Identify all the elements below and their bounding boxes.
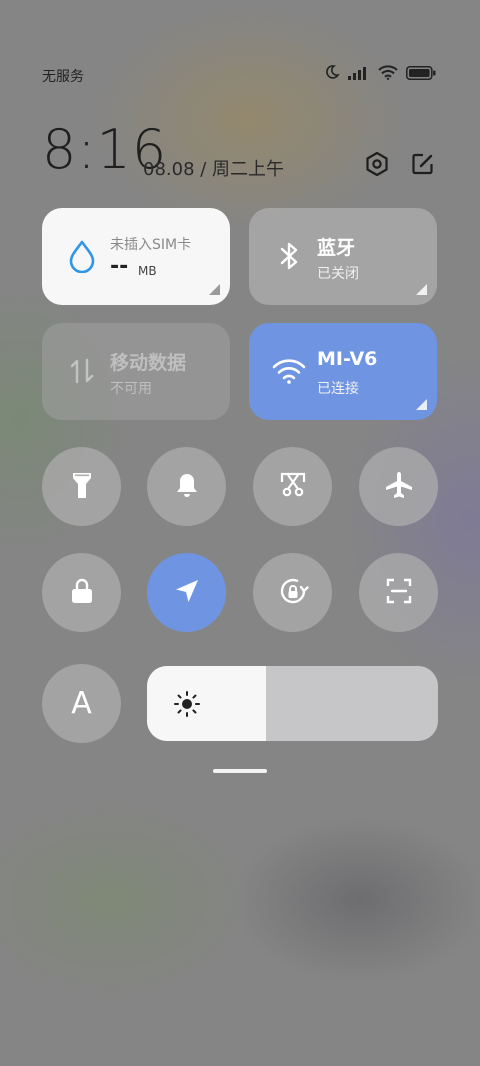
carrier-status: 无服务: [42, 69, 84, 85]
mobile-data-status: 不可用: [110, 381, 152, 397]
battery-icon: [406, 65, 436, 84]
data-arrows-icon: [64, 353, 100, 389]
status-icons: [324, 64, 436, 84]
screenshot-icon: [279, 471, 307, 503]
wifi-status: 已连接: [317, 381, 359, 397]
date-label: 08.08 / 周二上午: [143, 159, 285, 180]
lock-icon: [70, 577, 94, 609]
expand-corner-icon: [416, 284, 427, 295]
settings-icon[interactable]: [363, 150, 391, 178]
sun-icon: [173, 690, 201, 718]
location-toggle[interactable]: [147, 553, 226, 632]
edit-icon[interactable]: [409, 150, 437, 178]
bluetooth-title: 蓝牙: [317, 237, 356, 259]
data-unit: MB: [138, 264, 157, 278]
bell-icon: [174, 471, 200, 503]
wifi-network-name: MI-V6: [317, 348, 378, 370]
mobile-data-tile[interactable]: 移动数据 不可用: [42, 323, 230, 420]
ringer-toggle[interactable]: [147, 447, 226, 526]
mobile-data-title: 移动数据: [110, 352, 187, 374]
bluetooth-status: 已关闭: [317, 266, 359, 282]
signal-icon: [348, 65, 370, 84]
scanner-toggle[interactable]: [359, 553, 438, 632]
data-usage-tile[interactable]: 未插入SIM卡 -- MB: [42, 208, 230, 305]
flashlight-icon: [70, 470, 94, 504]
location-arrow-icon: [173, 577, 201, 609]
bluetooth-tile[interactable]: 蓝牙 已关闭: [249, 208, 437, 305]
bluetooth-icon: [271, 238, 307, 274]
expand-corner-icon: [416, 399, 427, 410]
screenshot-toggle[interactable]: [253, 447, 332, 526]
airplane-icon: [384, 470, 414, 504]
rotation-lock-icon: [276, 574, 310, 612]
lock-screen-toggle[interactable]: [42, 553, 121, 632]
data-value: --: [110, 254, 129, 279]
brightness-slider[interactable]: [147, 666, 438, 741]
moon-icon: [324, 64, 340, 84]
airplane-mode-toggle[interactable]: [359, 447, 438, 526]
auto-brightness-icon: A: [71, 686, 92, 721]
auto-brightness-toggle[interactable]: A: [42, 664, 121, 743]
wifi-tile[interactable]: MI-V6 已连接: [249, 323, 437, 420]
wifi-icon: [271, 353, 307, 389]
panel-drag-handle[interactable]: [213, 769, 267, 773]
wifi-status-icon: [378, 64, 398, 84]
rotation-lock-toggle[interactable]: [253, 553, 332, 632]
expand-corner-icon: [209, 284, 220, 295]
flashlight-toggle[interactable]: [42, 447, 121, 526]
water-drop-icon: [64, 238, 100, 274]
sim-status-label: 未插入SIM卡: [110, 237, 192, 253]
brightness-level-fill: [147, 666, 267, 741]
scan-icon: [385, 577, 413, 609]
